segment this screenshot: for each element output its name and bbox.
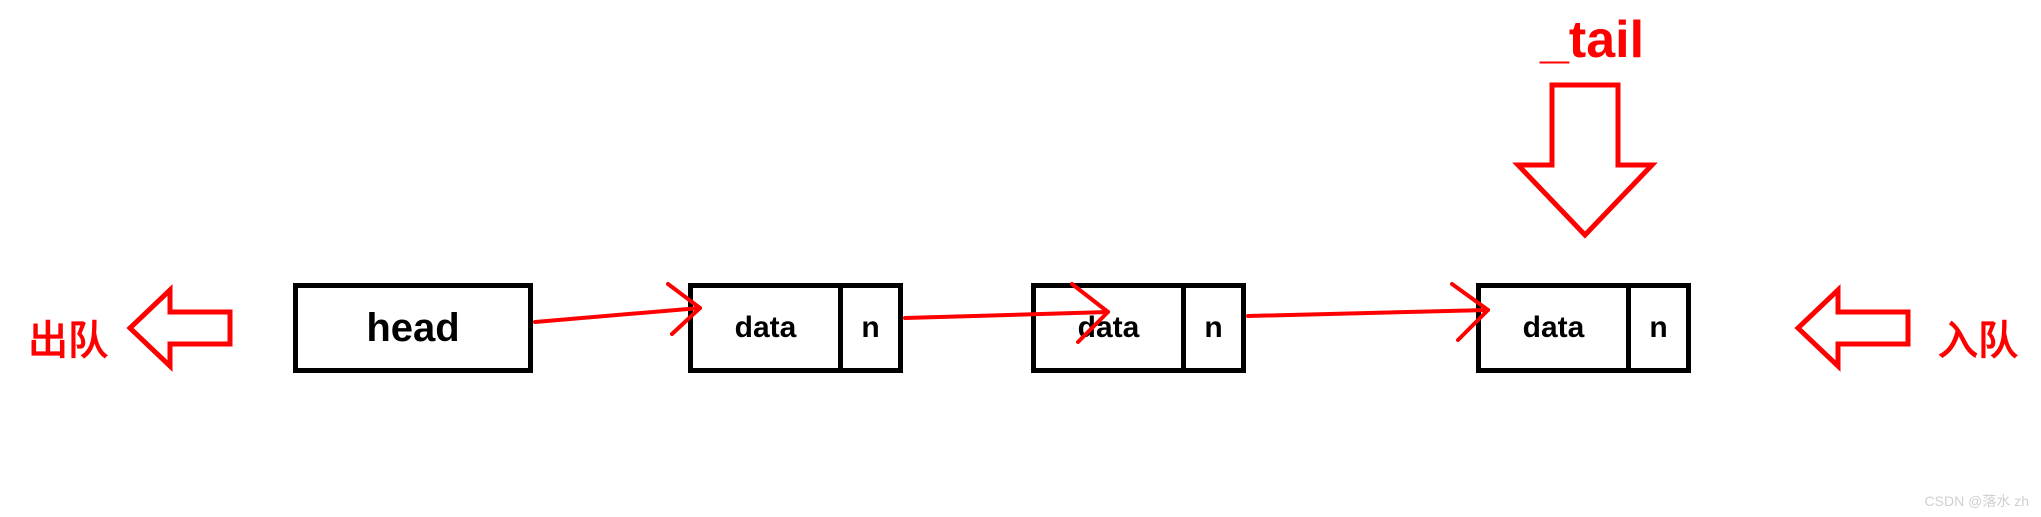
link-arrow-1 <box>535 308 700 322</box>
link-arrow-3 <box>1248 310 1488 316</box>
node2-next: n <box>1181 288 1241 368</box>
watermark: CSDN @落水 zh <box>1925 491 2029 511</box>
tail-arrow-icon <box>1518 85 1652 235</box>
node3-data: data <box>1481 288 1626 368</box>
dequeue-arrow-icon <box>130 290 230 366</box>
enqueue-label: 入队 <box>1938 308 2018 366</box>
node3-next: n <box>1626 288 1686 368</box>
node2-data: data <box>1036 288 1181 368</box>
dequeue-label: 出队 <box>28 308 108 366</box>
node1-data: data <box>693 288 838 368</box>
list-node-3: data n <box>1476 283 1691 373</box>
head-box: head <box>293 283 533 373</box>
head-text: head <box>366 306 459 351</box>
arrows-overlay <box>0 0 2041 517</box>
node1-next: n <box>838 288 898 368</box>
list-node-2: data n <box>1031 283 1246 373</box>
tail-label: _tail <box>1540 10 1644 70</box>
enqueue-arrow-icon <box>1798 290 1908 366</box>
list-node-1: data n <box>688 283 903 373</box>
